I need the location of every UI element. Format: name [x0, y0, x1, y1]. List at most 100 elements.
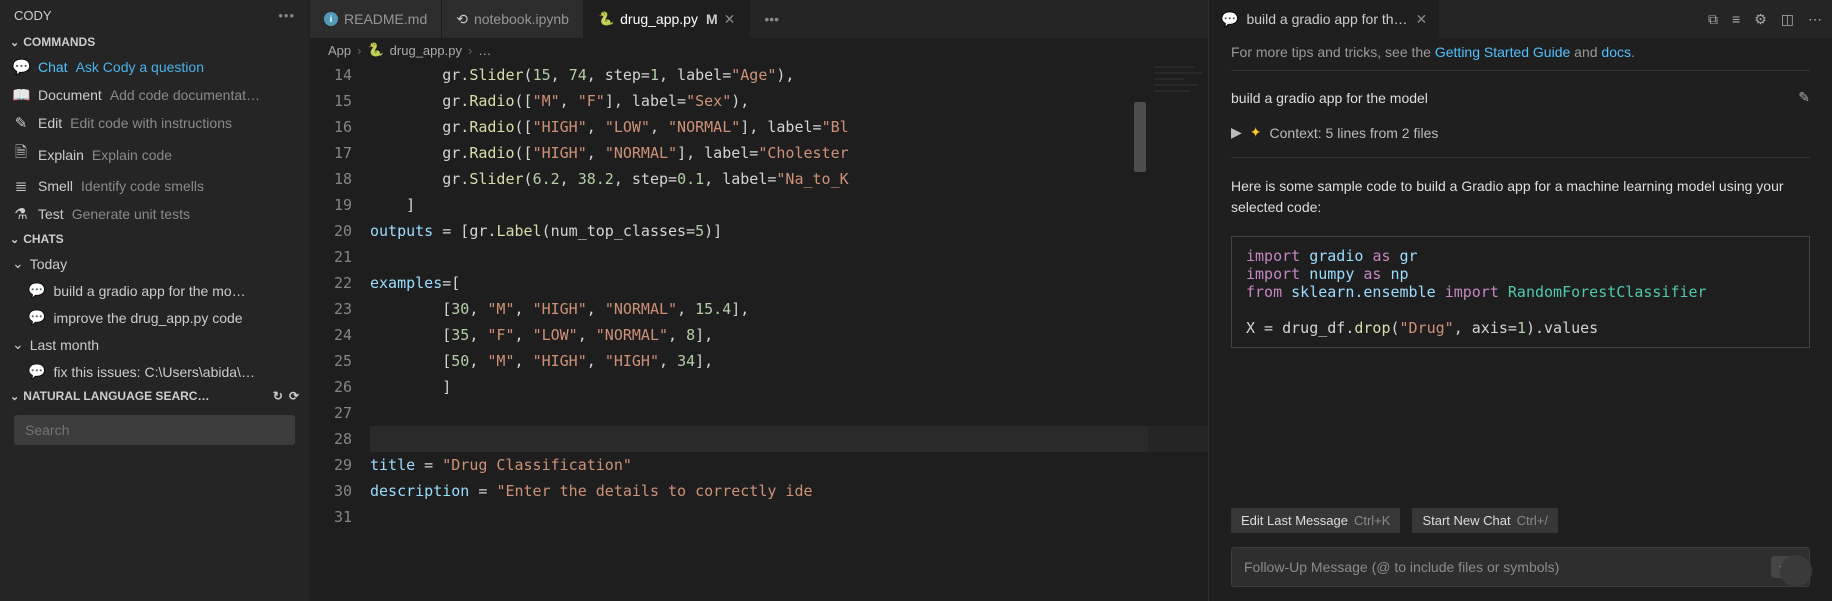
code-line-29[interactable]: title = "Drug Classification" [370, 452, 1208, 478]
code-line-20[interactable]: outputs = [gr.Label(num_top_classes=5)] [370, 218, 1208, 244]
start-new-chat-button[interactable]: Start New Chat Ctrl+/ [1412, 508, 1558, 533]
wand-icon: ✎ [12, 114, 30, 132]
chat-item[interactable]: 💬build a gradio app for the mo… [0, 277, 309, 304]
code-line-26[interactable]: ] [370, 374, 1208, 400]
code-line-21[interactable] [370, 244, 1208, 270]
search-label: NATURAL LANGUAGE SEARC… [23, 389, 209, 403]
cmd-desc: Explain code [92, 147, 172, 163]
chevron-down-icon: ⌄ [10, 233, 19, 246]
code-line-19[interactable]: ] [370, 192, 1208, 218]
close-icon[interactable]: ✕ [1416, 11, 1428, 28]
prompt-text: build a gradio app for the model [1231, 90, 1428, 106]
tab-bar: iREADME.md⟲notebook.ipynb🐍drug_app.pyM✕ … [310, 0, 1208, 38]
code-editor[interactable]: 141516171819202122232425262728293031 gr.… [310, 62, 1208, 601]
context-row[interactable]: ▶ ✦ Context: 5 lines from 2 files [1231, 124, 1810, 158]
code-line-14[interactable]: gr.Slider(15, 74, step=1, label="Age"), [370, 62, 1208, 88]
cmd-desc: Ask Cody a question [76, 59, 204, 75]
breadcrumb[interactable]: App › 🐍 drug_app.py › … [310, 38, 1208, 62]
code-line-16[interactable]: gr.Radio(["HIGH", "LOW", "NORMAL"], labe… [370, 114, 1208, 140]
cmd-desc: Add code documentat… [110, 87, 260, 103]
code-sample[interactable]: import gradio as gr import numpy as np f… [1231, 236, 1810, 348]
code-line-28[interactable] [370, 426, 1208, 452]
gear-icon[interactable]: ⚙ [1754, 11, 1767, 28]
code-line-18[interactable]: gr.Slider(6.2, 38.2, step=0.1, label="Na… [370, 166, 1208, 192]
code-line-31[interactable] [370, 504, 1208, 530]
cody-panel: 💬 build a gradio app for th… ✕ ⧉ ≡ ⚙ ◫ ⋯… [1208, 0, 1832, 601]
close-icon[interactable]: ✕ [724, 11, 736, 28]
more-icon[interactable]: ⋯ [1808, 11, 1822, 28]
chat-icon: 💬 [1221, 11, 1238, 28]
cody-chat-tab[interactable]: 💬 build a gradio app for th… ✕ [1209, 0, 1439, 38]
tab-notebook-ipynb[interactable]: ⟲notebook.ipynb [442, 0, 584, 38]
command-smell[interactable]: ≣ Smell Identify code smells [0, 172, 309, 200]
chat-icon: 💬 [28, 363, 45, 380]
chat-item[interactable]: 💬improve the drug_app.py code [0, 304, 309, 331]
prompt-row: build a gradio app for the model ✎ [1231, 89, 1810, 106]
beaker-icon: ⚗ [12, 205, 30, 223]
context-text: Context: 5 lines from 2 files [1270, 125, 1439, 141]
code-line-25[interactable]: [50, "M", "HIGH", "HIGH", 34], [370, 348, 1208, 374]
cody-actions: Edit Last Message Ctrl+K Start New Chat … [1209, 502, 1832, 539]
docs-link[interactable]: docs [1601, 44, 1631, 60]
cmd-desc: Generate unit tests [72, 206, 190, 222]
command-document[interactable]: 📖 Document Add code documentat… [0, 81, 309, 109]
followup-input[interactable]: Follow-Up Message (@ to include files or… [1231, 547, 1810, 587]
breadcrumb-0[interactable]: App [328, 43, 351, 58]
chevron-down-icon: ⌄ [12, 336, 24, 353]
play-icon: ▶ [1231, 124, 1242, 141]
code-body[interactable]: gr.Slider(15, 74, step=1, label="Age"), … [370, 62, 1208, 601]
code-line-24[interactable]: [35, "F", "LOW", "NORMAL", 8], [370, 322, 1208, 348]
command-test[interactable]: ⚗ Test Generate unit tests [0, 200, 309, 228]
python-icon: 🐍 [367, 42, 383, 58]
response-text: Here is some sample code to build a Grad… [1231, 176, 1810, 218]
split-icon[interactable]: ◫ [1781, 11, 1794, 28]
editor-pane: iREADME.md⟲notebook.ipynb🐍drug_app.pyM✕ … [310, 0, 1208, 601]
search-input[interactable] [14, 415, 295, 445]
refresh-icon[interactable]: ↻ [273, 389, 283, 403]
new-chat-icon[interactable]: ⧉ [1708, 11, 1718, 28]
code-line-30[interactable]: description = "Enter the details to corr… [370, 478, 1208, 504]
chat-item[interactable]: 💬fix this issues: C:\Users\abida\… [0, 358, 309, 385]
list-icon[interactable]: ≡ [1732, 11, 1740, 28]
command-explain[interactable]: 🗎 Explain Explain code [0, 137, 309, 172]
tab-drug_app-py[interactable]: 🐍drug_app.pyM✕ [584, 0, 750, 38]
book-icon: 📖 [12, 86, 30, 104]
more-icon[interactable]: ••• [278, 8, 295, 23]
send-button[interactable] [1780, 555, 1812, 587]
cody-sidebar: CODY ••• ⌄ COMMANDS 💬 Chat Ask Cody a qu… [0, 0, 310, 601]
command-edit[interactable]: ✎ Edit Edit code with instructions [0, 109, 309, 137]
breadcrumb-2[interactable]: … [478, 43, 491, 58]
cmd-desc: Edit code with instructions [70, 115, 232, 131]
chat-group-last-month[interactable]: ⌄Last month [0, 331, 309, 358]
breadcrumb-1[interactable]: drug_app.py [390, 43, 462, 58]
code-line-22[interactable]: examples=[ [370, 270, 1208, 296]
commands-header[interactable]: ⌄ COMMANDS [0, 31, 309, 53]
chat-icon: 💬 [28, 282, 45, 299]
chevron-right-icon: › [357, 43, 361, 58]
shortcut: Ctrl+K [1354, 513, 1390, 528]
code-line-27[interactable] [370, 400, 1208, 426]
hint-text: For more tips and tricks, see the Gettin… [1231, 44, 1810, 71]
edit-last-message-button[interactable]: Edit Last Message Ctrl+K [1231, 508, 1400, 533]
scrollbar-thumb[interactable] [1134, 102, 1146, 172]
sidebar-title: CODY [14, 8, 52, 23]
getting-started-link[interactable]: Getting Started Guide [1435, 44, 1570, 60]
code-line-23[interactable]: [30, "M", "HIGH", "NORMAL", 15.4], [370, 296, 1208, 322]
tab-README-md[interactable]: iREADME.md [310, 0, 442, 38]
chats-header[interactable]: ⌄ CHATS [0, 228, 309, 250]
command-chat[interactable]: 💬 Chat Ask Cody a question [0, 53, 309, 81]
chat-group-today[interactable]: ⌄Today [0, 250, 309, 277]
search-header[interactable]: ⌄ NATURAL LANGUAGE SEARC… ↻ ⟳ [0, 385, 309, 407]
code-line-15[interactable]: gr.Radio(["M", "F"], label="Sex"), [370, 88, 1208, 114]
minimap[interactable] [1148, 62, 1208, 601]
sync-icon[interactable]: ⟳ [289, 389, 299, 403]
code-line-17[interactable]: gr.Radio(["HIGH", "NORMAL"], label="Chol… [370, 140, 1208, 166]
tab-overflow-icon[interactable]: ••• [750, 11, 793, 27]
chevron-down-icon: ⌄ [10, 390, 19, 403]
edit-icon[interactable]: ✎ [1798, 89, 1810, 106]
cody-body: For more tips and tricks, see the Gettin… [1209, 38, 1832, 502]
info-icon: i [324, 12, 338, 26]
chat-icon: 💬 [28, 309, 45, 326]
cody-toolbar: ⧉ ≡ ⚙ ◫ ⋯ [1708, 11, 1822, 28]
cmd-title: Smell [38, 178, 73, 194]
